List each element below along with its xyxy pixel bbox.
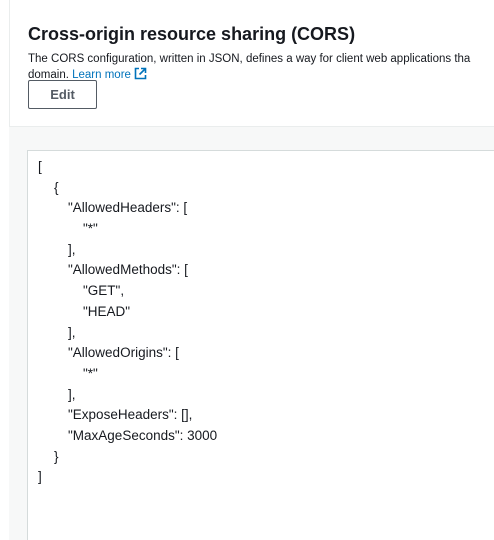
code-line: "AllowedMethods": [ xyxy=(68,262,188,278)
cors-page: Cross-origin resource sharing (CORS) The… xyxy=(0,0,494,540)
code-line: ], xyxy=(68,324,76,340)
code-line: { xyxy=(54,179,59,195)
page-title: Cross-origin resource sharing (CORS) xyxy=(28,24,356,44)
description-line-2: domain. Learn more xyxy=(28,67,494,83)
edit-button[interactable]: Edit xyxy=(28,80,97,109)
cors-json-viewer: [ { "AllowedHeaders": [ "*"], "AllowedMethod… xyxy=(27,150,494,540)
description-text: The CORS configuration, written in JSON,… xyxy=(28,53,471,65)
code-line: } xyxy=(54,448,59,464)
cors-json-code: [ { "AllowedHeaders": [ "*"], "AllowedMethod… xyxy=(38,157,217,488)
code-line: "HEAD" xyxy=(83,303,131,319)
code-line: ] xyxy=(38,469,42,485)
code-line: [ xyxy=(38,159,42,174)
code-line: "*" xyxy=(83,221,98,237)
code-line: "AllowedHeaders": [ xyxy=(68,200,188,216)
code-line: ], xyxy=(68,386,76,402)
code-line: "ExposeHeaders": [], xyxy=(68,407,193,423)
code-line: "GET", xyxy=(83,283,125,299)
code-line: "*" xyxy=(83,365,98,381)
cors-description: The CORS configuration, written in JSON,… xyxy=(28,52,494,83)
code-line: "AllowedOrigins": [ xyxy=(68,345,179,361)
code-line: "MaxAgeSeconds": 3000 xyxy=(68,427,218,443)
cors-header: Cross-origin resource sharing (CORS) The… xyxy=(9,0,494,126)
external-link-icon xyxy=(134,67,147,80)
code-line: ], xyxy=(68,241,76,257)
